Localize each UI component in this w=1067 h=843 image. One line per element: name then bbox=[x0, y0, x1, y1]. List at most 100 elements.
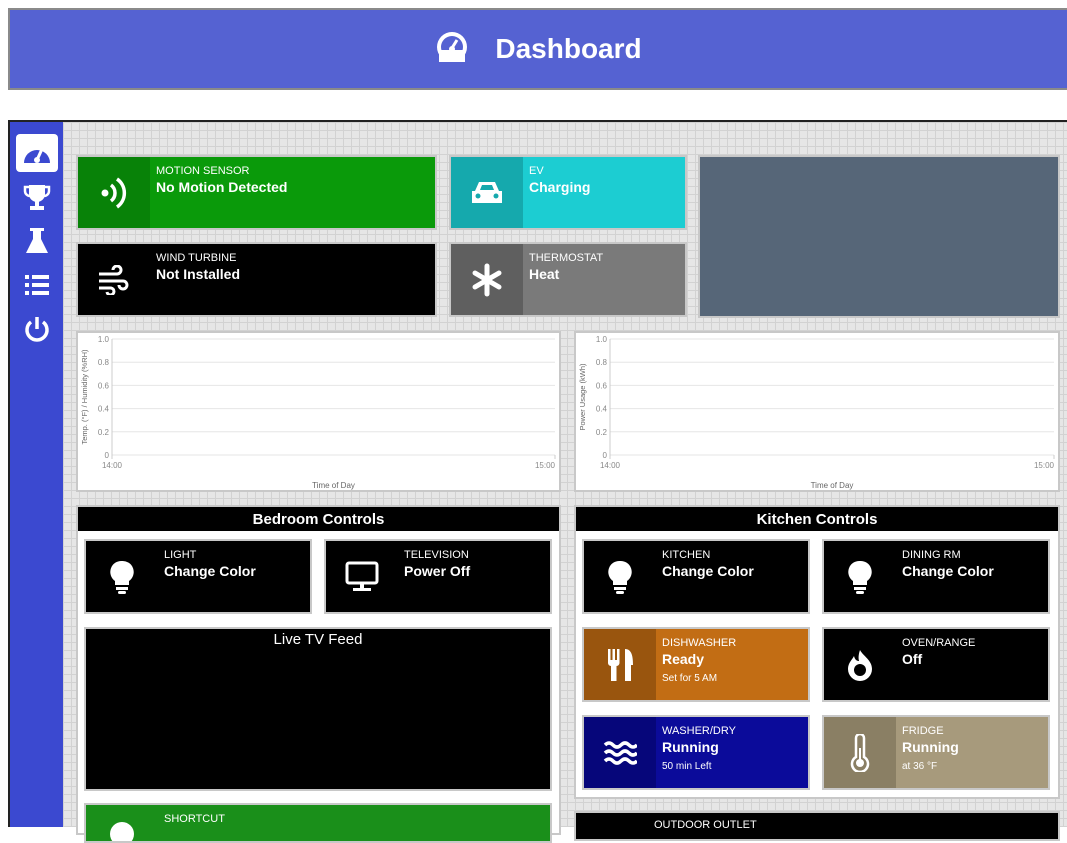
lightbulb-icon bbox=[824, 541, 896, 612]
kitchen-light-label: KITCHEN bbox=[662, 549, 711, 561]
dashboard-main: MOTION SENSOR No Motion Detected EV Char… bbox=[63, 120, 1067, 843]
temp-humidity-chart-svg: 1.0 0.8 0.6 0.4 0.2 014:00 15:00 Time of Day Tem… bbox=[80, 335, 556, 490]
sidebar-item-flask[interactable] bbox=[16, 222, 58, 260]
chart-y-tick-label: 0.4 bbox=[596, 405, 608, 414]
outlet-icon bbox=[576, 813, 648, 839]
washer-value: Running bbox=[662, 739, 719, 755]
waves-icon bbox=[584, 717, 656, 788]
washer-control[interactable]: WASHER/DRY Running 50 min Left bbox=[582, 715, 810, 790]
washer-label: WASHER/DRY bbox=[662, 725, 736, 737]
fridge-value: Running bbox=[902, 739, 959, 755]
chart-y-tick-label: 0.6 bbox=[596, 381, 608, 390]
oven-control[interactable]: OVEN/RANGE Off bbox=[822, 627, 1050, 702]
ev-label: EV bbox=[529, 165, 544, 177]
chart-x-tick-label: 14:00 bbox=[600, 461, 621, 470]
shortcut-label: SHORTCUT bbox=[164, 813, 225, 825]
sidebar-item-dashboard[interactable] bbox=[16, 134, 58, 172]
utensils-icon bbox=[584, 629, 656, 700]
chart-x-tick-label: 15:00 bbox=[535, 461, 556, 470]
car-icon bbox=[451, 157, 523, 228]
sidebar-item-trophy[interactable] bbox=[16, 178, 58, 216]
fire-icon bbox=[824, 629, 896, 700]
shortcut-icon bbox=[86, 805, 158, 841]
kitchen-controls-title: Kitchen Controls bbox=[576, 507, 1058, 531]
monitor-icon bbox=[326, 541, 398, 612]
lightbulb-icon bbox=[86, 541, 158, 612]
sidebar bbox=[8, 120, 63, 827]
thermostat-label: THERMOSTAT bbox=[529, 252, 604, 264]
asterisk-icon bbox=[451, 244, 523, 315]
outdoor-outlet-control[interactable]: OUTDOOR OUTLET bbox=[574, 811, 1060, 841]
fridge-label: FRIDGE bbox=[902, 725, 944, 737]
dishwasher-control[interactable]: DISHWASHER Ready Set for 5 AM bbox=[582, 627, 810, 702]
dining-light-control[interactable]: DINING RM Change Color bbox=[822, 539, 1050, 614]
chart-x-tick-label: 15:00 bbox=[1034, 461, 1055, 470]
chart-y-tick-label: 0 bbox=[105, 451, 110, 460]
bedroom-light-label: LIGHT bbox=[164, 549, 197, 561]
chart-y-tick-label: 1.0 bbox=[596, 335, 608, 344]
chart-y-tick-label: 1.0 bbox=[98, 335, 110, 344]
chart-y-tick-label: 0 bbox=[603, 451, 608, 460]
fridge-sub: at 36 °F bbox=[902, 761, 938, 772]
motion-sensor-label: MOTION SENSOR bbox=[156, 165, 250, 177]
power-usage-chart-svg: 1.0 0.8 0.6 0.4 0.2 014:00 15:00 Time of Day Pow… bbox=[578, 335, 1055, 490]
chart-y-tick-label: 0.8 bbox=[596, 358, 608, 367]
flask-icon bbox=[26, 228, 48, 253]
live-tv-feed-label: Live TV Feed bbox=[273, 631, 363, 648]
dashboard-header: Dashboard bbox=[8, 8, 1067, 90]
motion-sensor-tile[interactable]: MOTION SENSOR No Motion Detected bbox=[76, 155, 437, 230]
dining-light-value: Change Color bbox=[902, 563, 994, 579]
power-usage-chart: 1.0 0.8 0.6 0.4 0.2 0 14:00 15:00 Time of Day Pow… bbox=[574, 331, 1060, 492]
chart-y-axis-label: Power Usage (kWh) bbox=[578, 363, 587, 431]
sidebar-item-power[interactable] bbox=[16, 310, 58, 348]
chart-y-tick-label: 0.2 bbox=[98, 428, 110, 437]
chart-y-tick-label: 0.6 bbox=[98, 381, 110, 390]
kitchen-controls-panel: Kitchen Controls KITCHEN Change Color DI… bbox=[574, 505, 1060, 799]
trophy-icon bbox=[23, 185, 51, 210]
bedroom-controls-title: Bedroom Controls bbox=[78, 507, 559, 531]
dishwasher-sub: Set for 5 AM bbox=[662, 673, 718, 684]
live-tv-feed: Live TV Feed bbox=[84, 627, 552, 791]
chart-y-axis-label: Temp. (°F) / Humidity (%RH) bbox=[80, 349, 89, 445]
bedroom-light-value: Change Color bbox=[164, 563, 256, 579]
motion-icon bbox=[78, 157, 150, 228]
oven-label: OVEN/RANGE bbox=[902, 637, 976, 649]
blank-tile bbox=[698, 155, 1060, 318]
thermostat-value: Heat bbox=[529, 266, 560, 282]
television-control[interactable]: TELEVISION Power Off bbox=[324, 539, 552, 614]
power-icon bbox=[25, 317, 49, 342]
page-title: Dashboard bbox=[495, 33, 642, 64]
wind-turbine-tile[interactable]: WIND TURBINE Not Installed bbox=[76, 242, 437, 317]
dishwasher-value: Ready bbox=[662, 651, 705, 667]
chart-x-tick-label: 14:00 bbox=[102, 461, 123, 470]
ev-tile[interactable]: EV Charging bbox=[449, 155, 687, 230]
dining-light-label: DINING RM bbox=[902, 549, 961, 561]
television-value: Power Off bbox=[404, 563, 471, 579]
sidebar-item-list[interactable] bbox=[16, 266, 58, 304]
chart-x-axis-label: Time of Day bbox=[312, 481, 355, 490]
motion-sensor-value: No Motion Detected bbox=[156, 179, 288, 195]
kitchen-light-value: Change Color bbox=[662, 563, 754, 579]
oven-value: Off bbox=[902, 651, 923, 667]
chart-x-axis-label: Time of Day bbox=[811, 481, 854, 490]
gauge-icon bbox=[24, 148, 50, 163]
fridge-control[interactable]: FRIDGE Running at 36 °F bbox=[822, 715, 1050, 790]
kitchen-light-control[interactable]: KITCHEN Change Color bbox=[582, 539, 810, 614]
wind-turbine-value: Not Installed bbox=[156, 266, 241, 282]
lightbulb-icon bbox=[584, 541, 656, 612]
chart-y-tick-label: 0.2 bbox=[596, 428, 608, 437]
chart-y-tick-label: 0.4 bbox=[98, 405, 110, 414]
bedroom-controls-panel: Bedroom Controls LIGHT Change Color TELE… bbox=[76, 505, 561, 843]
bedroom-light-control[interactable]: LIGHT Change Color bbox=[84, 539, 312, 614]
television-label: TELEVISION bbox=[404, 549, 469, 561]
thermostat-tile[interactable]: THERMOSTAT Heat bbox=[449, 242, 687, 317]
gauge-icon bbox=[435, 30, 469, 69]
shortcut-control[interactable]: SHORTCUT bbox=[84, 803, 552, 843]
wind-turbine-label: WIND TURBINE bbox=[156, 252, 237, 264]
list-icon bbox=[25, 275, 49, 295]
thermometer-icon bbox=[824, 717, 896, 788]
chart-y-tick-label: 0.8 bbox=[98, 358, 110, 367]
washer-sub: 50 min Left bbox=[662, 761, 712, 772]
wind-icon bbox=[78, 244, 150, 315]
temp-humidity-chart: 1.0 0.8 0.6 0.4 0.2 0 14:00 15:00 Time of Day Tem… bbox=[76, 331, 561, 492]
